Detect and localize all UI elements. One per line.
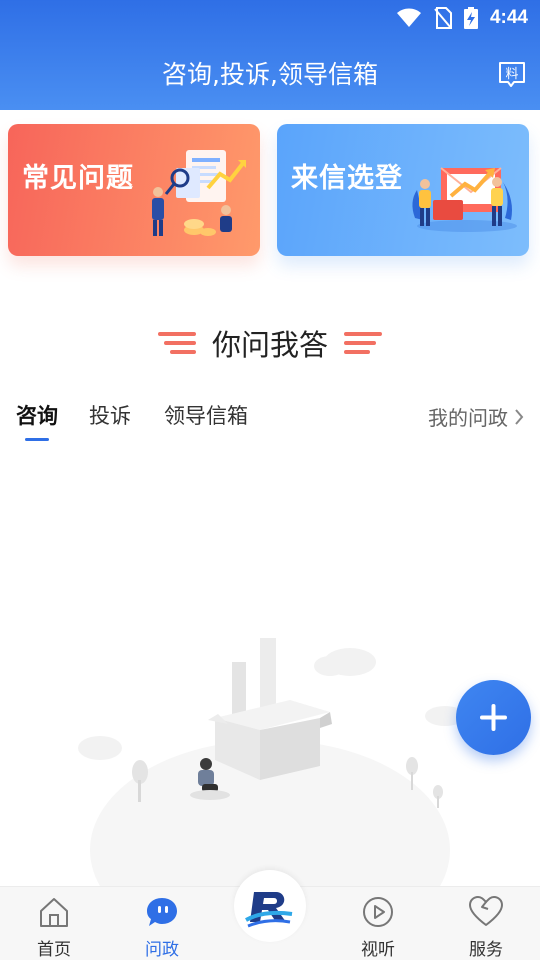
letters-card-label: 来信选登: [291, 163, 403, 194]
home-icon: [40, 898, 68, 927]
faq-card-label: 常见问题: [22, 163, 134, 194]
nav-item-service[interactable]: 服务: [432, 887, 540, 960]
my-inquiries-link[interactable]: 我的问政: [428, 402, 524, 431]
status-time: 4:44: [489, 7, 528, 28]
no-sim-icon: [434, 7, 452, 29]
material-icon: 料: [499, 62, 525, 87]
tab-leader-mailbox[interactable]: 领导信箱: [164, 400, 248, 430]
chat-bubble-icon: [147, 898, 177, 926]
plus-icon: [480, 704, 507, 731]
material-button[interactable]: 料: [498, 60, 526, 88]
nav-label-inquiry: 问政: [145, 940, 179, 960]
faq-card[interactable]: 常见问题: [8, 124, 260, 256]
tab-complaint[interactable]: 投诉: [89, 400, 131, 430]
chevron-right-icon: [515, 408, 524, 425]
section-title: 你问我答: [211, 328, 328, 362]
nav-item-media[interactable]: 视听: [324, 887, 432, 960]
right-deco-icon: [344, 332, 382, 354]
status-bar: 4:44: [0, 0, 540, 36]
brand-logo-icon: [245, 892, 293, 928]
empty-state-illustration: [78, 638, 465, 890]
my-inquiries-label: 我的问政: [428, 406, 508, 430]
nav-item-inquiry[interactable]: 问政: [108, 887, 216, 960]
letters-illustration: [412, 167, 517, 232]
material-icon-text: 料: [505, 67, 518, 82]
active-tab-indicator: [25, 438, 49, 441]
play-icon: [363, 897, 393, 927]
page-title: 咨询,投诉,领导信箱: [162, 60, 378, 89]
center-logo-button[interactable]: [234, 870, 306, 942]
header: 4:44 咨询,投诉,领导信箱 料: [0, 0, 540, 110]
faq-illustration: [152, 150, 246, 236]
heart-icon: [469, 896, 503, 926]
letters-card[interactable]: 来信选登: [277, 124, 529, 256]
nav-label-service: 服务: [469, 940, 503, 960]
tab-consult[interactable]: 咨询: [16, 400, 58, 430]
nav-item-home[interactable]: 首页: [0, 887, 108, 960]
wifi-icon: [396, 8, 421, 27]
tab-bar: 咨询 投诉 领导信箱 我的问政: [16, 400, 524, 441]
section-heading: 你问我答: [0, 322, 540, 364]
left-deco-icon: [157, 332, 196, 354]
status-icons: 4:44: [396, 6, 528, 30]
add-inquiry-button[interactable]: [456, 680, 531, 755]
app-screen: 4:44 咨询,投诉,领导信箱 料 常见问题 来信选登 你问我答 咨询 投诉 领…: [0, 0, 540, 960]
nav-label-media: 视听: [361, 940, 395, 960]
battery-charging-icon: [463, 7, 478, 29]
nav-label-home: 首页: [37, 940, 71, 960]
